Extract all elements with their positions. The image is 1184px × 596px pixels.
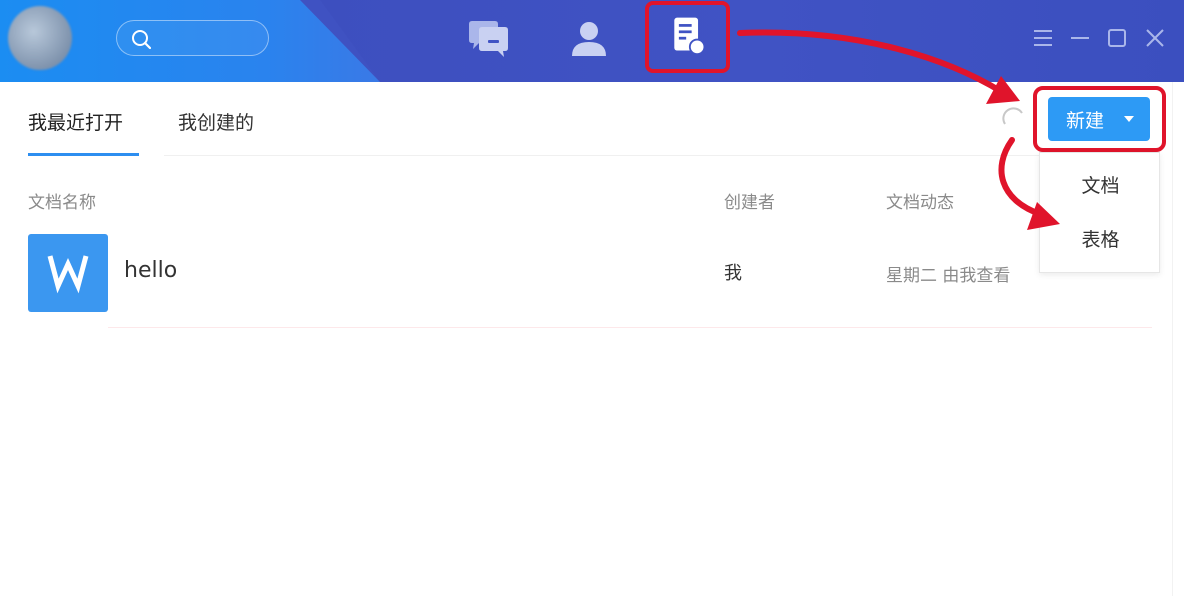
tab-divider bbox=[164, 155, 1160, 156]
new-button-label: 新建 bbox=[1066, 109, 1105, 132]
file-activity: 星期二 由我查看 bbox=[886, 266, 1011, 286]
menu-item-document[interactable]: 文档 bbox=[1040, 171, 1161, 198]
arrow-to-spreadsheet bbox=[998, 137, 1043, 217]
menu-item-spreadsheet[interactable]: 表格 bbox=[1040, 225, 1161, 252]
new-button[interactable]: 新建 bbox=[1048, 97, 1150, 141]
column-header-creator[interactable]: 创建者 bbox=[724, 188, 775, 213]
row-divider bbox=[108, 327, 1152, 328]
contacts-icon[interactable] bbox=[566, 18, 612, 60]
annotation-arrows bbox=[737, 29, 1060, 230]
window-edge bbox=[1172, 82, 1173, 596]
chevron-down-icon bbox=[1124, 116, 1134, 122]
new-dropdown-menu: 文档 表格 bbox=[1039, 152, 1160, 273]
maximize-icon[interactable] bbox=[1105, 26, 1129, 50]
close-icon[interactable] bbox=[1143, 26, 1167, 50]
tab-created[interactable]: 我创建的 bbox=[178, 108, 254, 135]
file-name[interactable]: hello bbox=[124, 258, 177, 283]
active-tab-indicator bbox=[28, 153, 139, 156]
word-doc-icon[interactable] bbox=[28, 234, 108, 312]
refresh-icon[interactable] bbox=[998, 104, 1028, 134]
file-creator: 我 bbox=[724, 263, 742, 284]
tab-recent[interactable]: 我最近打开 bbox=[28, 108, 123, 135]
w-letter-icon bbox=[47, 255, 89, 294]
column-header-activity[interactable]: 文档动态 bbox=[886, 188, 954, 213]
docs-highlight-frame bbox=[645, 1, 730, 73]
search-icon bbox=[132, 30, 151, 49]
menu-icon[interactable] bbox=[1031, 26, 1055, 50]
minimize-icon[interactable] bbox=[1068, 26, 1092, 50]
avatar[interactable] bbox=[8, 6, 72, 70]
search-input[interactable] bbox=[116, 20, 269, 56]
column-header-name[interactable]: 文档名称 bbox=[28, 188, 96, 213]
chat-icon[interactable] bbox=[465, 18, 511, 60]
title-bar bbox=[0, 0, 1184, 82]
